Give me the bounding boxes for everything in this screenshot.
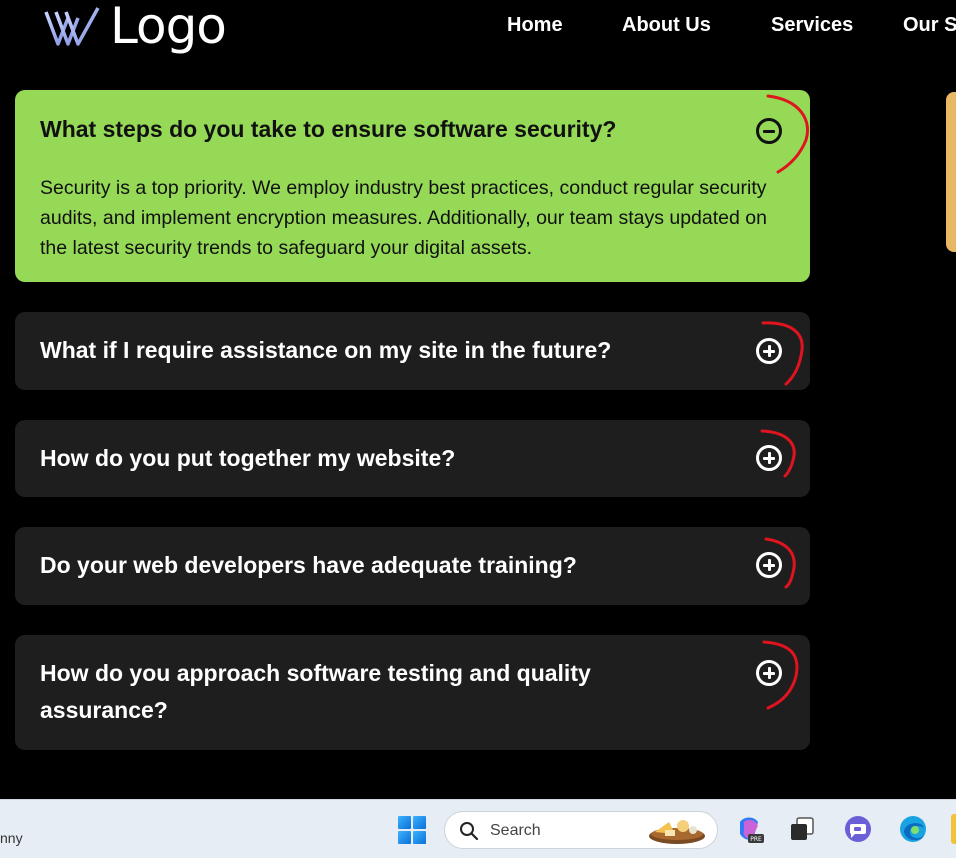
faq-item-4[interactable]: Do your web developers have adequate tra… bbox=[15, 527, 810, 605]
faq-question[interactable]: What steps do you take to ensure softwar… bbox=[40, 111, 616, 148]
faq-question[interactable]: Do your web developers have adequate tra… bbox=[40, 547, 577, 584]
nav-our-s[interactable]: Our S bbox=[903, 14, 956, 37]
plus-circle-icon[interactable] bbox=[756, 445, 782, 471]
faq-question[interactable]: How do you approach software testing and… bbox=[40, 655, 680, 729]
logo-text: Logo bbox=[110, 0, 227, 55]
taskbar-search-box[interactable]: Search bbox=[444, 811, 718, 849]
search-placeholder: Search bbox=[490, 822, 541, 839]
faq-item-5[interactable]: How do you approach software testing and… bbox=[15, 635, 810, 750]
minus-circle-icon[interactable] bbox=[756, 118, 782, 144]
search-icon bbox=[460, 822, 479, 841]
task-view-icon[interactable] bbox=[787, 814, 817, 844]
windows-start-icon[interactable] bbox=[398, 816, 426, 844]
logo-mark-icon bbox=[44, 7, 100, 46]
plus-circle-icon[interactable] bbox=[756, 552, 782, 578]
search-highlight-icon bbox=[649, 820, 705, 844]
os-taskbar: nny Search PRE bbox=[0, 799, 956, 858]
nav-about-us[interactable]: About Us bbox=[622, 14, 711, 37]
faq-question[interactable]: How do you put together my website? bbox=[40, 440, 455, 477]
plus-circle-icon[interactable] bbox=[756, 660, 782, 686]
faq-item-2[interactable]: What if I require assistance on my site … bbox=[15, 312, 810, 390]
faq-answer: Security is a top priority. We employ in… bbox=[40, 177, 767, 259]
faq-question[interactable]: What if I require assistance on my site … bbox=[40, 332, 611, 369]
teams-icon[interactable] bbox=[843, 814, 873, 844]
nav-services[interactable]: Services bbox=[771, 14, 853, 37]
faq-item-3[interactable]: How do you put together my website? bbox=[15, 420, 810, 497]
copilot-icon[interactable]: PRE bbox=[734, 814, 764, 844]
faq-item-1: What steps do you take to ensure softwar… bbox=[15, 90, 810, 282]
svg-text:PRE: PRE bbox=[750, 836, 762, 843]
nav-home[interactable]: Home bbox=[507, 14, 563, 37]
site-logo[interactable]: Logo bbox=[44, 0, 227, 55]
plus-circle-icon[interactable] bbox=[756, 338, 782, 364]
partial-image-edge bbox=[946, 92, 956, 252]
taskbar-left-text: nny bbox=[0, 830, 23, 846]
edge-icon[interactable] bbox=[898, 814, 928, 844]
partial-taskbar-icon[interactable] bbox=[951, 814, 956, 844]
